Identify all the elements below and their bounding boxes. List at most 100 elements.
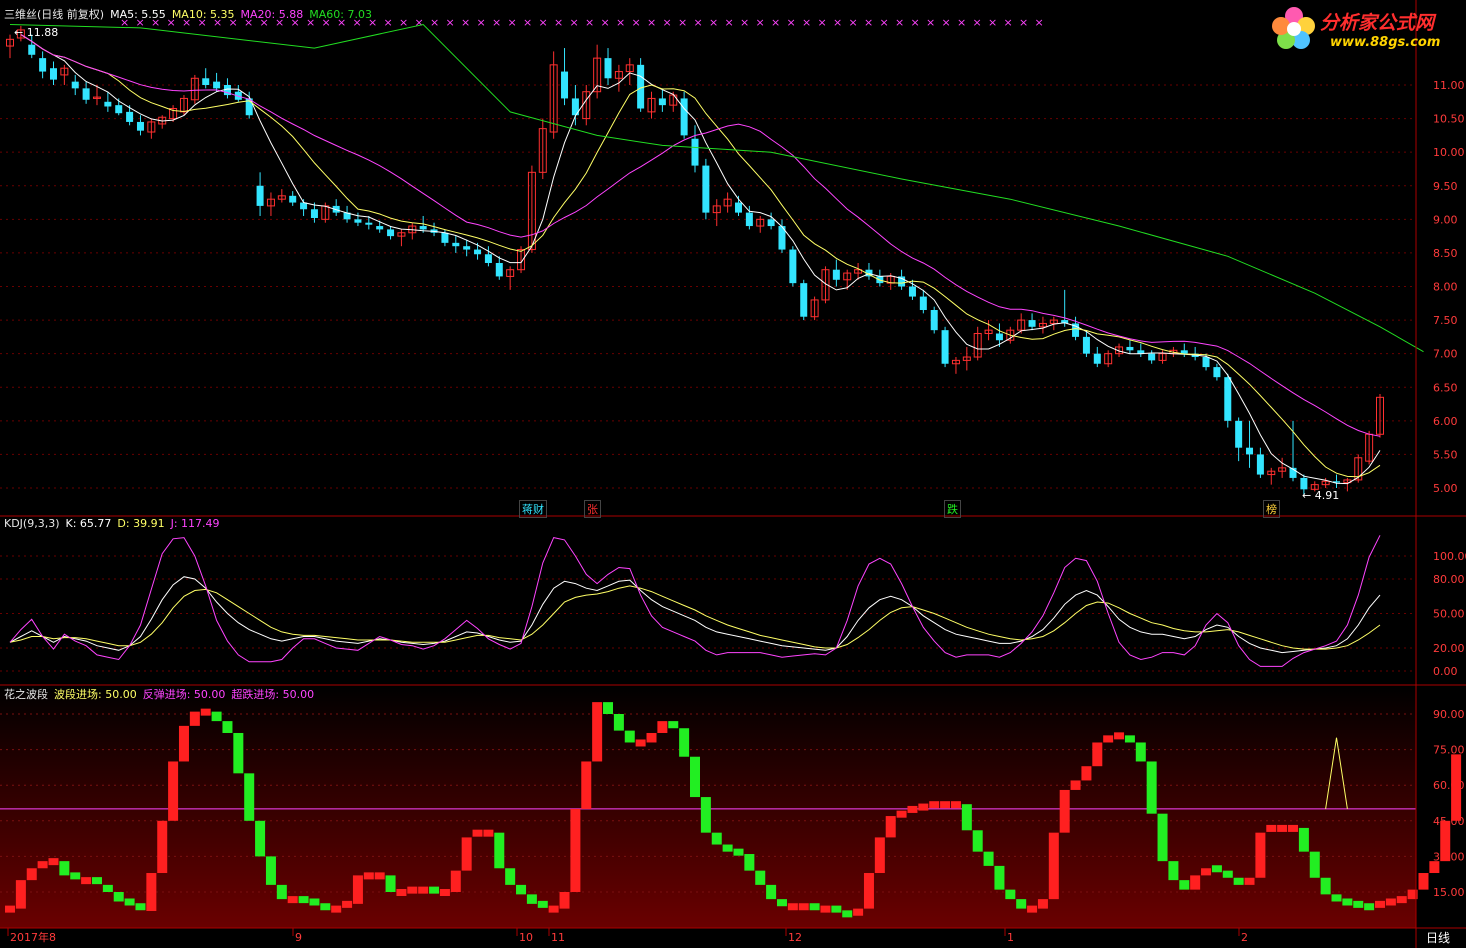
wave-bar [635,739,646,747]
wave-bar [1157,813,1168,862]
signal-x-mark: × [1019,16,1028,29]
wave-bar [733,848,744,856]
wave-bar [81,877,92,885]
period-label[interactable]: 日线 [1426,929,1450,946]
candle-body [28,44,36,55]
wave-tick-label: 15.00 [1433,886,1465,899]
wave-bar [1059,789,1070,833]
kdj-j-legend: J: 117.49 [170,517,220,530]
price-tick-label: 8.50 [1433,247,1458,260]
signal-x-mark: × [430,16,439,29]
wave-bar [1005,889,1016,900]
wave-bar [1451,754,1462,821]
chart-canvas[interactable]: 5.00 5.50 6.00 6.50 7.00 7.50 8.00 8.50 9.00 9.50… [0,0,1466,948]
stock-title: 三维丝(日线 前复权) [4,8,105,21]
wave-bar [787,903,798,911]
candle-body [1235,420,1243,448]
wave-bar [135,903,146,911]
candle-body [767,219,775,227]
wave-bar [450,870,461,892]
wave-bar [276,884,287,900]
wave-bar [352,875,363,904]
signal-x-mark: × [1004,16,1013,29]
wave-bar [1440,820,1451,862]
x-tick-label: 10 [519,931,533,944]
wave-bar [766,884,777,900]
ma60-legend: MA60: 7.03 [309,8,372,21]
wave-bar [211,711,222,722]
candle-body [213,81,221,89]
wave-bar [37,861,48,869]
wave-bar [1081,766,1092,781]
candle-body [789,249,797,284]
wave-bar [178,725,189,762]
candle-body [354,219,362,223]
wave-bar [842,910,853,918]
wave-bar [972,830,983,852]
logo-title: 分析家公式网 [1320,12,1435,34]
price-tick-label: 9.00 [1433,213,1458,226]
candle-body [1148,353,1156,361]
candle-body [202,78,210,85]
wave-bar [1385,898,1396,906]
candle-body [832,269,840,280]
ma20-legend: MA20: 5.88 [240,8,304,21]
price-tick-label: 10.00 [1433,146,1465,159]
wave-bar [309,898,320,906]
signal-x-mark: × [663,16,672,29]
wave-bar [1114,732,1125,740]
wave-bar [48,858,59,866]
wave-bar [407,886,418,894]
wave-bar [874,837,885,874]
price-tick-label: 9.50 [1433,180,1458,193]
wave-bar [1103,735,1114,743]
rebound-entry-legend: 反弹进场: 50.00 [142,688,226,701]
candle-body [1093,353,1101,364]
signal-x-mark: × [601,16,610,29]
signal-marker[interactable]: 张 [584,500,601,518]
wave-bar [1146,761,1157,814]
wave-bar [342,900,353,908]
wave-bar [1266,824,1277,832]
signal-marker[interactable]: 榜 [1263,500,1280,518]
candle-body [115,105,123,114]
wave-bar [940,801,951,809]
wave-bar [102,884,113,892]
wave-bar [1320,877,1331,895]
signal-x-mark: × [709,16,718,29]
signal-x-mark: × [523,16,532,29]
signal-x-mark: × [833,16,842,29]
signal-x-mark: × [802,16,811,29]
wave-bar [700,797,711,833]
signal-marker[interactable]: 跌 [944,500,961,518]
wave-bar [929,801,940,809]
candle-body [604,58,612,79]
wave-bar [472,829,483,837]
wave-bar [711,832,722,845]
signal-x-mark: × [926,16,935,29]
signal-marker[interactable]: 蒋财 [519,500,547,518]
wave-bar [907,805,918,813]
candle-body [49,68,57,80]
signal-x-mark: × [957,16,966,29]
wave-bar [59,861,70,876]
wave-bar [363,872,374,880]
price-tick-label: 10.50 [1433,113,1465,126]
wave-bar [265,856,276,885]
low-annotation: ← 4.91 [1302,489,1339,502]
signal-x-mark: × [1035,16,1044,29]
candle-body [1028,320,1036,327]
x-tick-label: 2 [1241,931,1248,944]
wave-bar [168,761,179,821]
wave-bar [918,803,929,811]
kdj-d-legend: D: 39.91 [117,517,165,530]
wave-bar [124,898,135,906]
wave-bar [603,702,614,714]
wave-bar [1037,899,1048,909]
wave-bar [1331,894,1342,902]
signal-x-mark: × [492,16,501,29]
wave-bar [1364,903,1375,911]
kdj-k-legend: K: 65.77 [65,517,112,530]
wave-bar [581,761,592,809]
wave-bar [559,892,570,909]
